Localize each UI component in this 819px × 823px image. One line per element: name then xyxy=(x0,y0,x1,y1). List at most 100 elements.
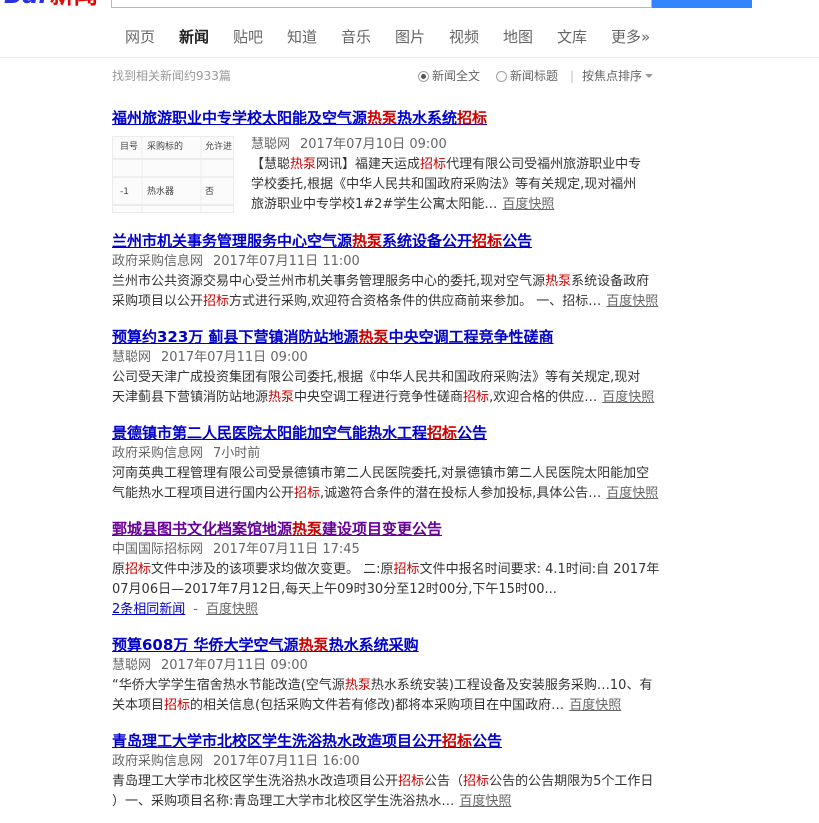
title-text: 公告 xyxy=(457,424,488,442)
cache-snapshot-link[interactable]: 百度快照 xyxy=(606,294,658,309)
cache-snapshot-link[interactable]: 百度快照 xyxy=(606,486,658,501)
title-text: 公告 xyxy=(472,732,503,750)
title-text: 建设项目变更公告 xyxy=(322,520,443,538)
highlight-keyword: 招标 xyxy=(472,232,503,250)
related-separator: - xyxy=(193,602,198,617)
tab-wenku[interactable]: 文库 xyxy=(557,26,611,48)
snippet-line: ）一、采购项目名称:青岛理工大学市北校区学生洗浴热水… 百度快照 xyxy=(112,792,662,812)
publish-time: 2017年07月11日 16:00 xyxy=(213,754,360,769)
thumbnail-image[interactable]: 目号 采购标的 允许进 -1 热水器 否 xyxy=(112,136,234,213)
title-text: 福州旅游职业中专学校太阳能及空气源 xyxy=(112,109,368,127)
snippet-text: 07月06日—2017年7月12日,每天上午09时30分至12时00分,下午15… xyxy=(112,582,557,597)
related-news-link[interactable]: 2条相同新闻 xyxy=(112,602,185,617)
option-title-label[interactable]: 新闻标题 xyxy=(510,67,558,85)
publish-time: 7小时前 xyxy=(213,446,261,461)
title-text: 兰州市机关事务管理服务中心空气源 xyxy=(112,232,353,250)
highlight-keyword: 热泵 xyxy=(352,232,383,250)
cache-snapshot-link[interactable]: 百度快照 xyxy=(569,698,621,713)
result-title-link[interactable]: 兰州市机关事务管理服务中心空气源热泵系统设备公开招标公告 xyxy=(112,231,662,252)
snippet-text: 【慧聪 xyxy=(251,157,291,172)
result-item: 预算约323万 蓟县下营镇消防站地源热泵中央空调工程竞争性磋商 慧聪网 2017年0… xyxy=(112,327,662,408)
sort-dropdown[interactable]: 按焦点排序 xyxy=(582,67,642,85)
snippet-line: 公司受天津广成投资集团有限公司委托,根据《中华人民共和国政府采购法》等有关规定,… xyxy=(112,368,662,388)
cache-snapshot-link[interactable]: 百度快照 xyxy=(206,602,258,617)
title-text: 鄄城县图书文化档案馆地源 xyxy=(112,520,293,538)
source-line: 政府采购信息网 7小时前 xyxy=(112,444,662,464)
snippet-text: 的相关信息(包括采购文件若有修改)都将本采购项目在中国政府… xyxy=(190,698,565,713)
highlight-keyword: 招标 xyxy=(463,774,490,789)
option-fulltext-label[interactable]: 新闻全文 xyxy=(432,67,480,85)
title-text: 预算608万 华侨大学空气源 xyxy=(112,636,299,654)
result-title-link[interactable]: 景德镇市第二人民医院太阳能加空气能热水工程招标公告 xyxy=(112,423,662,444)
snippet-text: ,诚邀符合条件的潜在投标人参加投标,具体公告… xyxy=(320,486,602,501)
snippet-line: 青岛理工大学市北校区学生洗浴热水改造项目公开招标公告（招标公告的公告期限为5个工… xyxy=(112,772,662,792)
cache-snapshot-link[interactable]: 百度快照 xyxy=(459,794,511,809)
search-tabs: 网页 新闻 贴吧 知道 音乐 图片 视频 地图 文库 更多» xyxy=(125,26,665,48)
tab-zhidao[interactable]: 知道 xyxy=(287,26,341,48)
snippet-text: 河南英典工程管理有限公司受景德镇市第二人民医院委托,对景德镇市第二人民医院太阳能… xyxy=(112,466,650,481)
highlight-keyword: 热泵 xyxy=(292,520,323,538)
tab-maps[interactable]: 地图 xyxy=(503,26,557,48)
source-line: 政府采购信息网 2017年07月11日 11:00 xyxy=(112,252,662,272)
tab-news[interactable]: 新闻 xyxy=(179,26,233,48)
source-line: 慧聪网 2017年07月11日 09:00 xyxy=(112,656,662,676)
publish-time: 2017年07月11日 09:00 xyxy=(161,350,308,365)
radio-title-only[interactable] xyxy=(496,71,507,82)
radio-fulltext[interactable] xyxy=(418,71,429,82)
source-line: 中国国际招标网 2017年07月11日 17:45 xyxy=(112,540,662,560)
result-title-link[interactable]: 福州旅游职业中专学校太阳能及空气源热泵热水系统招标 xyxy=(112,108,662,129)
snippet-text: 采购项目以公开 xyxy=(112,294,204,309)
snippet-text: 系统设备政府 xyxy=(571,274,650,289)
snippet-line: 【慧聪热泵网讯】福建天运成招标代理有限公司受福州旅游职业中专 xyxy=(251,155,651,175)
source-line: 慧聪网 2017年07月11日 09:00 xyxy=(112,348,662,368)
source-line: 慧聪网 2017年07月10日 09:00 xyxy=(251,135,651,155)
snippet-text: 兰州市公共资源交易中心受兰州市机关事务管理服务中心的委托,现对空气源 xyxy=(112,274,546,289)
result-title-link[interactable]: 预算608万 华侨大学空气源热泵热水系统采购 xyxy=(112,635,662,656)
title-text: 公告 xyxy=(502,232,533,250)
highlight-keyword: 热泵 xyxy=(344,678,371,693)
logo-text-blue: Bai xyxy=(4,0,47,9)
highlight-keyword: 热泵 xyxy=(298,636,329,654)
snippet-text: 旅游职业中专学校1#2#学生公寓太阳能… xyxy=(251,197,498,212)
tab-images[interactable]: 图片 xyxy=(395,26,449,48)
highlight-keyword: 招标 xyxy=(420,157,447,172)
publish-time: 2017年07月11日 17:45 xyxy=(213,542,360,557)
result-title-link[interactable]: 预算约323万 蓟县下营镇消防站地源热泵中央空调工程竞争性磋商 xyxy=(112,327,662,348)
highlight-keyword: 热泵 xyxy=(290,157,317,172)
thumbnail-cell: 热水器 xyxy=(147,187,175,197)
source-line: 政府采购信息网 2017年07月11日 16:00 xyxy=(112,752,662,772)
snippet-text: 原 xyxy=(112,562,126,577)
caret-down-icon[interactable] xyxy=(645,74,653,78)
highlight-keyword: 热泵 xyxy=(545,274,572,289)
snippet-text: ）一、采购项目名称:青岛理工大学市北校区学生洗浴热水… xyxy=(112,794,455,809)
thumbnail-cell: 允许进 xyxy=(205,142,233,152)
snippet-line: 天津蓟县下营镇消防站地源热泵中央空调工程进行竞争性磋商招标,欢迎合格的供应… 百度… xyxy=(112,388,662,408)
snippet-line: 旅游职业中专学校1#2#学生公寓太阳能… 百度快照 xyxy=(251,195,651,215)
publish-time: 2017年07月10日 09:00 xyxy=(300,137,447,152)
thumbnail-cell: 目号 xyxy=(120,142,139,152)
tab-music[interactable]: 音乐 xyxy=(341,26,395,48)
tab-video[interactable]: 视频 xyxy=(449,26,503,48)
baidu-news-logo[interactable]: Bai新闻 xyxy=(0,0,106,9)
snippet-text: 公告（ xyxy=(424,774,464,789)
snippet-text: ,欢迎合格的供应… xyxy=(489,390,598,405)
snippet-line: 采购项目以公开招标方式进行采购,欢迎符合资格条件的供应商前来参加。 一、招标… 百… xyxy=(112,292,662,312)
highlight-keyword: 热泵 xyxy=(367,109,398,127)
cache-snapshot-link[interactable]: 百度快照 xyxy=(502,197,554,212)
tab-tieba[interactable]: 贴吧 xyxy=(233,26,287,48)
publish-time: 2017年07月11日 11:00 xyxy=(213,254,360,269)
title-text: 系统设备公开 xyxy=(382,232,473,250)
snippet-text: “华侨大学学生宿舍热水节能改造(空气源 xyxy=(112,678,345,693)
cache-snapshot-link[interactable]: 百度快照 xyxy=(602,390,654,405)
title-text: 青岛理工大学市北校区学生洗浴热水改造项目公开 xyxy=(112,732,443,750)
tab-more[interactable]: 更多» xyxy=(611,26,665,48)
tab-web[interactable]: 网页 xyxy=(125,26,179,48)
result-title-link[interactable]: 鄄城县图书文化档案馆地源热泵建设项目变更公告 xyxy=(112,519,662,540)
search-input[interactable] xyxy=(111,0,652,8)
result-title-link[interactable]: 青岛理工大学市北校区学生洗浴热水改造项目公开招标公告 xyxy=(112,731,662,752)
highlight-keyword: 招标 xyxy=(398,774,425,789)
result-media-row: 目号 采购标的 允许进 -1 热水器 否 慧聪网 2017年07月10日 09:00 【慧聪热泵… xyxy=(112,129,662,215)
snippet-text: 公司受天津广成投资集团有限公司委托,根据《中华人民共和国政府采购法》等有关规定,… xyxy=(112,370,641,385)
search-button[interactable] xyxy=(652,0,752,8)
snippet-text: 热水系统安装)工程设备及安装服务采购…10、有 xyxy=(370,678,653,693)
